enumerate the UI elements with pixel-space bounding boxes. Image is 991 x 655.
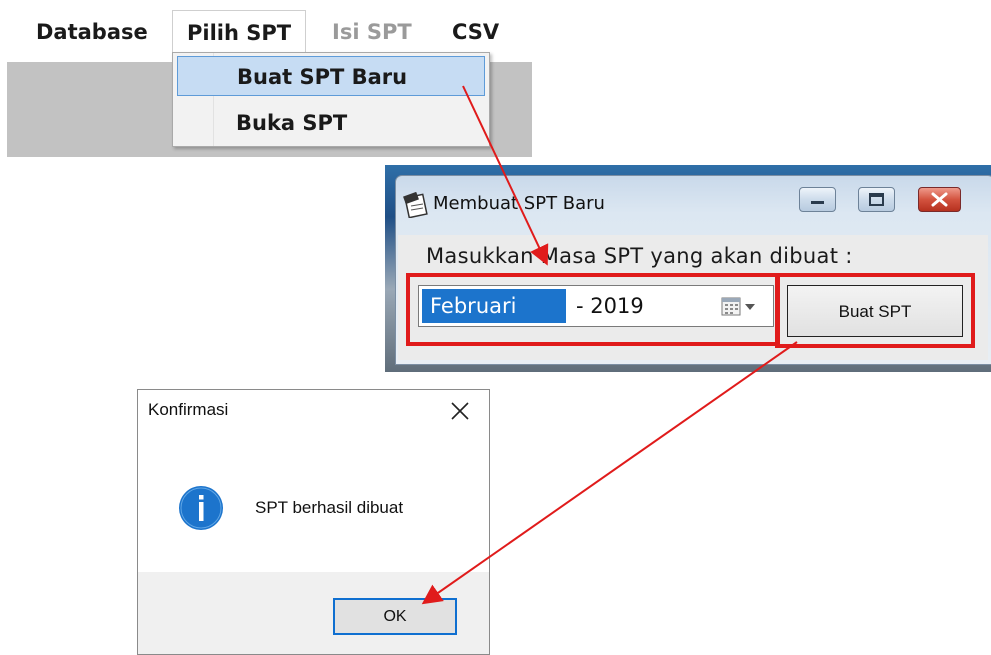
menu-screenshot: Database Pilih SPT Isi SPT CSV Buat SPT … [0,0,532,157]
menu-item-buka-spt[interactable]: Buka SPT [177,103,485,143]
menu-item-buat-spt-baru[interactable]: Buat SPT Baru [177,56,485,96]
menu-csv[interactable]: CSV [438,10,513,54]
highlight-buat-spt-button [775,273,975,348]
ok-button[interactable]: OK [333,598,457,635]
dialog-title: Konfirmasi [148,400,229,419]
masa-spt-prompt: Masukkan Masa SPT yang akan dibuat : [426,244,853,268]
dialog-message: SPT berhasil dibuat [255,498,404,517]
maximize-icon [869,193,884,206]
minimize-button[interactable] [799,187,836,212]
menu-isi-spt[interactable]: Isi SPT [318,10,426,54]
highlight-date-field [406,273,780,346]
close-button[interactable] [918,187,961,212]
dialog-close-icon[interactable] [447,398,473,424]
menu-database[interactable]: Database [22,10,162,54]
app-logo-icon [403,192,428,218]
maximize-button[interactable] [858,187,895,212]
spt-window-title: Membuat SPT Baru [433,193,605,214]
info-icon [179,486,223,530]
minimize-icon [811,201,824,204]
close-icon [931,192,948,207]
pilih-spt-dropdown: Buat SPT Baru Buka SPT [172,52,490,147]
menu-pilih-spt[interactable]: Pilih SPT [172,10,307,56]
